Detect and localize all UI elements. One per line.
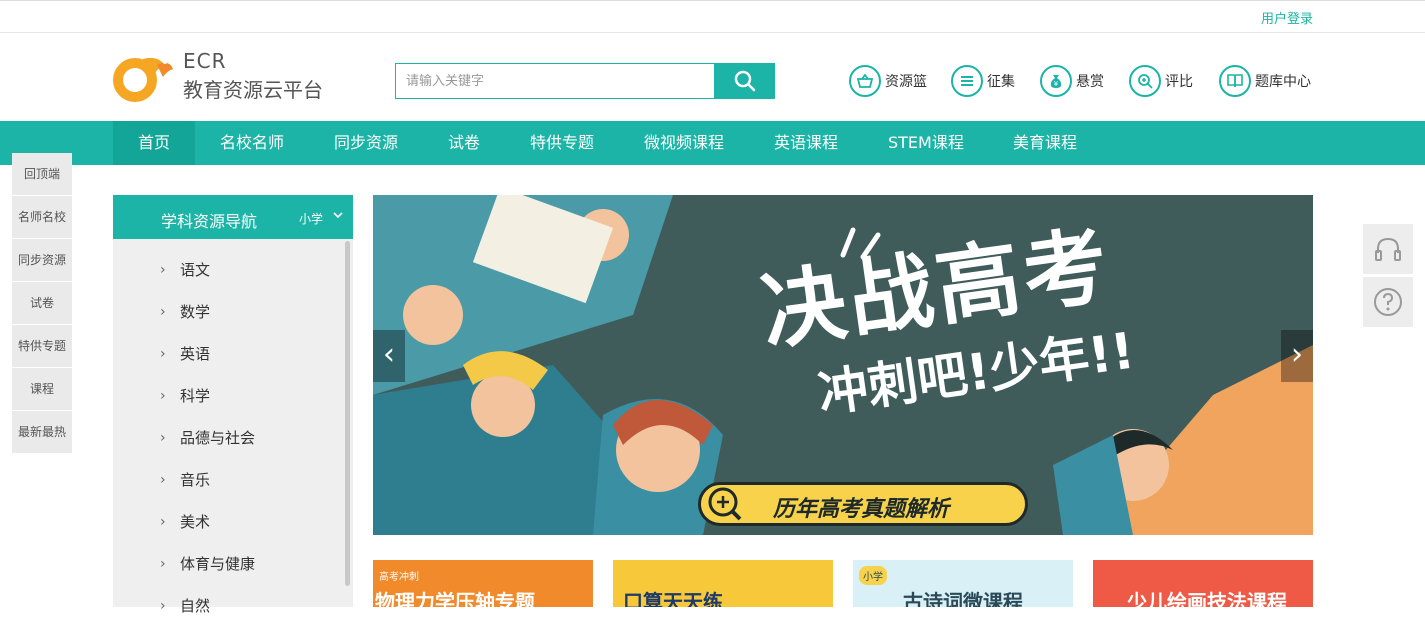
card-title: 古诗词微课程 [903,590,1023,607]
subject-label: 品德与社会 [180,429,256,447]
svg-text:¥: ¥ [1054,80,1059,88]
subject-nav-title: 学科资源导航 [161,212,258,231]
subject-label: 语文 [180,261,211,279]
chevron-right-icon: › [160,514,166,530]
chevron-right-icon: › [160,346,166,362]
subject-item[interactable]: › 科学 [113,375,343,417]
subject-item[interactable]: › 音乐 [113,459,343,501]
quick-link-label: 评比 [1165,74,1193,90]
subject-item[interactable]: › 自然 [113,585,343,627]
main-nav: 首页 名校名师 同步资源 试卷 特供专题 微视频课程 英语课程 STEM课程 美… [0,121,1425,165]
nav-item-micro-video[interactable]: 微视频课程 [644,121,724,165]
float-special-topics[interactable]: 特供专题 [12,325,72,368]
nav-item-special-topics[interactable]: 特供专题 [530,121,594,165]
money-bag-icon: ¥ [1040,65,1072,97]
float-sync-resources[interactable]: 同步资源 [12,239,72,282]
card-title: 少儿绘画技法课程 [1127,590,1287,607]
subject-label: 英语 [180,345,211,363]
card-title: 口算天天练 [623,590,723,607]
card-tag: 小学 [859,566,887,585]
floating-left-menu: 回顶端 名师名校 同步资源 试卷 特供专题 课程 最新最热 [12,153,72,454]
top-bar: 用户登录 [0,0,1425,33]
user-login-link[interactable]: 用户登录 [1261,8,1313,27]
banner-prev-button[interactable]: ‹ [373,330,405,382]
nav-item-art[interactable]: 美育课程 [1013,121,1077,165]
search-button[interactable] [714,63,775,99]
course-card[interactable]: 高考冲刺 物理力学压轴专题 [373,560,593,607]
nav-item-famous-schools[interactable]: 名校名师 [220,121,284,165]
banner-tagline: 历年高考真题解析 [773,497,950,522]
question-icon [1374,288,1402,316]
subject-item[interactable]: › 品德与社会 [113,417,343,459]
search-box [395,63,775,99]
search-input[interactable] [395,63,715,99]
course-card[interactable]: 口算天天练 [613,560,833,607]
basket-icon [849,65,881,97]
subject-label: 科学 [180,387,211,405]
subject-item[interactable]: › 数学 [113,291,343,333]
help-button[interactable] [1363,277,1413,327]
float-back-to-top[interactable]: 回顶端 [12,153,72,196]
subject-label: 数学 [180,303,211,321]
floating-right-tools [1363,224,1413,330]
subject-label: 体育与健康 [180,555,256,573]
subject-item[interactable]: › 体育与健康 [113,543,343,585]
course-card[interactable]: 少儿绘画技法课程 [1093,560,1313,607]
subject-label: 音乐 [180,471,211,489]
chevron-right-icon: › [160,556,166,572]
chevron-down-icon[interactable] [332,209,344,221]
nav-item-home[interactable]: 首页 [113,121,195,165]
chevron-right-icon: › [160,388,166,404]
subject-item[interactable]: › 英语 [113,333,343,375]
logo-name: 教育资源云平台 [183,78,323,102]
logo-abbr: ECR [183,49,227,73]
float-latest-hot[interactable]: 最新最热 [12,411,72,454]
quick-link-label: 题库中心 [1255,74,1311,90]
quick-link-label: 征集 [987,74,1015,90]
float-famous-teachers[interactable]: 名师名校 [12,196,72,239]
quick-link-collect[interactable]: 征集 [951,64,1015,98]
search-icon [734,70,755,92]
compare-icon [1129,65,1161,97]
logo-icon[interactable] [113,53,175,103]
book-icon [1219,65,1251,97]
magnifier-icon [708,487,742,521]
card-title: 物理力学压轴专题 [375,590,535,607]
float-courses[interactable]: 课程 [12,368,72,411]
subject-item[interactable]: › 语文 [113,249,343,291]
chevron-right-icon: › [160,262,166,278]
quick-link-reward[interactable]: ¥ 悬赏 [1040,64,1104,98]
grade-level-select[interactable]: 小学 [299,210,323,227]
quick-link-basket[interactable]: 资源篮 [849,64,927,98]
banner-carousel[interactable]: 决战高考 冲刺吧!少年!! 历年高考真题解析 ‹ › [373,195,1313,535]
float-papers[interactable]: 试卷 [12,282,72,325]
chevron-right-icon: › [160,472,166,488]
list-icon [951,65,983,97]
banner-next-button[interactable]: › [1281,330,1313,382]
quick-link-label: 资源篮 [885,74,927,90]
chevron-right-icon: › [160,430,166,446]
header: ECR 教育资源云平台 资源篮 征集 ¥ 悬赏 评比 [0,33,1425,121]
quick-link-compare[interactable]: 评比 [1129,64,1193,98]
nav-item-sync-resources[interactable]: 同步资源 [334,121,398,165]
subject-item[interactable]: › 美术 [113,501,343,543]
nav-item-english[interactable]: 英语课程 [774,121,838,165]
banner-tagline-pill[interactable]: 历年高考真题解析 [698,482,1028,526]
subject-nav-panel: 学科资源导航 小学 › 语文 › 数学 › 英语 › 科学 › 品德与社会 › 音乐 › 美术… [113,195,353,615]
nav-item-stem[interactable]: STEM课程 [888,121,964,165]
nav-item-papers[interactable]: 试卷 [448,121,480,165]
subject-list-scrollbar[interactable] [345,241,350,586]
subject-nav-header: 学科资源导航 小学 [113,195,353,239]
chevron-right-icon: › [160,304,166,320]
quick-link-label: 悬赏 [1076,74,1104,90]
customer-service-button[interactable] [1363,224,1413,274]
card-tag: 高考冲刺 [379,572,419,583]
chevron-right-icon: › [160,598,166,614]
subject-label: 美术 [180,513,211,531]
quick-link-question-bank[interactable]: 题库中心 [1219,64,1311,98]
headset-icon [1375,237,1401,261]
subject-list: › 语文 › 数学 › 英语 › 科学 › 品德与社会 › 音乐 › 美术 › 体育与健康 › 自… [113,249,343,627]
course-card[interactable]: 小学 古诗词微课程 [853,560,1073,607]
subject-label: 自然 [180,597,211,615]
